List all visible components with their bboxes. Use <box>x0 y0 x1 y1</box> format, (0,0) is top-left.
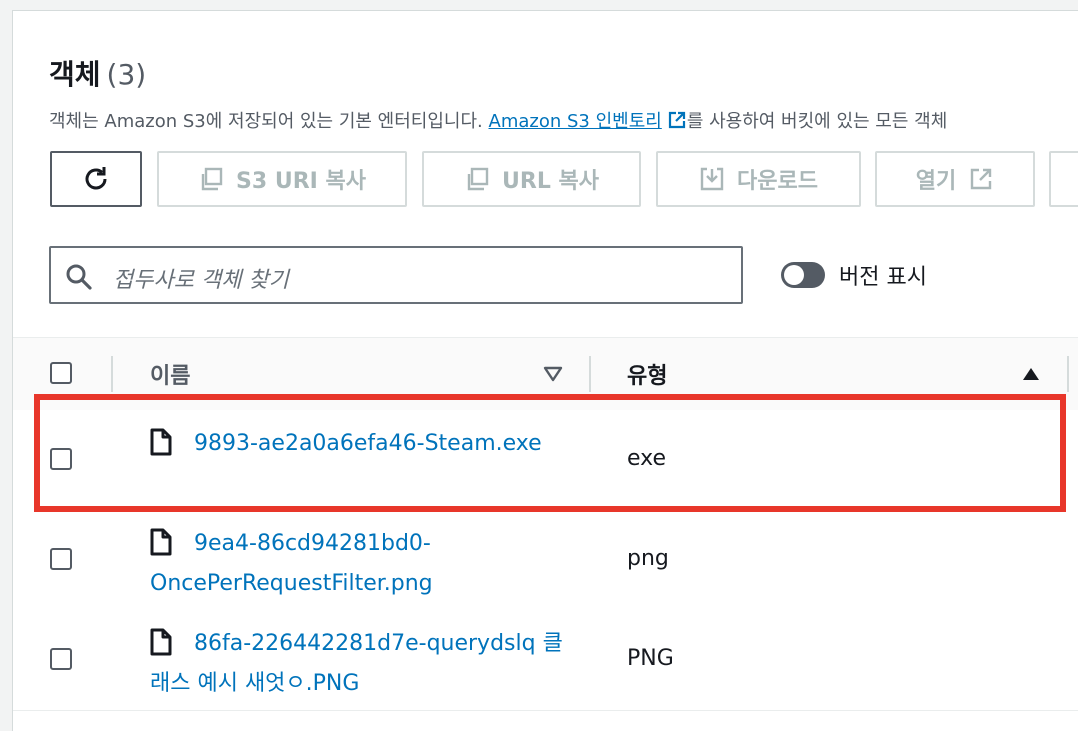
page-title: 객체 (3) <box>49 53 146 93</box>
more-actions-button[interactable] <box>1049 151 1078 207</box>
object-name-link[interactable]: 9ea4-86cd94281bd0-OncePerRequestFilter.p… <box>150 524 580 604</box>
open-button[interactable]: 열기 <box>875 151 1035 207</box>
description-prefix: 객체는 Amazon S3에 저장되어 있는 기본 엔터티입니다. <box>49 111 483 132</box>
open-label: 열기 <box>915 169 957 194</box>
object-count: (3) <box>106 58 147 91</box>
column-divider[interactable] <box>589 356 591 392</box>
object-type: PNG <box>627 646 674 671</box>
download-button[interactable]: 다운로드 <box>656 151 861 207</box>
refresh-button[interactable] <box>50 151 142 207</box>
search-icon <box>66 264 92 290</box>
table-row[interactable]: 9ea4-86cd94281bd0-OncePerRequestFilter.p… <box>13 510 1078 611</box>
column-divider <box>111 356 113 392</box>
table-row[interactable]: 86fa-226442281d7e-querydslq 클래스 예시 새엇ㅇ.P… <box>13 610 1078 711</box>
row-checkbox[interactable] <box>50 648 72 670</box>
objects-panel: 객체 (3) 객체는 Amazon S3에 저장되어 있는 기본 엔터티입니다. … <box>12 10 1078 731</box>
toggle-label: 버전 표시 <box>839 265 927 290</box>
column-header-type[interactable]: 유형 <box>627 358 667 390</box>
copy-s3-uri-label: S3 URI 복사 <box>236 169 366 194</box>
toggle-switch[interactable] <box>781 262 825 288</box>
description-suffix: 를 사용하여 버킷에 있는 모든 객체 <box>686 111 948 132</box>
download-icon <box>700 167 724 191</box>
row-checkbox[interactable] <box>50 448 72 470</box>
external-link-icon <box>971 168 992 190</box>
description: 객체는 Amazon S3에 저장되어 있는 기본 엔터티입니다. Amazon… <box>49 107 947 133</box>
show-versions-toggle[interactable]: 버전 표시 <box>781 259 927 291</box>
copy-url-label: URL 복사 <box>502 169 599 194</box>
copy-icon <box>467 167 489 191</box>
table-header: 이름 유형 <box>13 337 1078 411</box>
object-type: png <box>627 546 669 571</box>
search-placeholder: 접두사로 객체 찾기 <box>113 268 289 293</box>
column-divider[interactable] <box>1067 356 1069 392</box>
object-name-link[interactable]: 86fa-226442281d7e-querydslq 클래스 예시 새엇ㅇ.P… <box>150 624 580 704</box>
external-link-icon <box>668 111 685 129</box>
column-header-name[interactable]: 이름 <box>150 358 190 390</box>
copy-url-button[interactable]: URL 복사 <box>422 151 641 207</box>
inventory-link-label: Amazon S3 인벤토리 <box>488 111 662 132</box>
refresh-icon <box>85 167 107 190</box>
sort-descending-icon[interactable] <box>543 366 563 382</box>
copy-s3-uri-button[interactable]: S3 URI 복사 <box>157 151 407 207</box>
row-checkbox[interactable] <box>50 548 72 570</box>
search-input[interactable]: 접두사로 객체 찾기 <box>49 246 743 304</box>
inventory-link[interactable]: Amazon S3 인벤토리 <box>489 111 687 132</box>
sort-ascending-icon[interactable] <box>1021 366 1041 382</box>
select-all-checkbox[interactable] <box>50 362 72 384</box>
table-row[interactable]: 9893-ae2a0a6efa46-Steam.exe exe <box>13 410 1078 511</box>
toggle-knob <box>784 265 804 285</box>
object-type: exe <box>627 446 667 471</box>
download-label: 다운로드 <box>737 169 818 194</box>
title-text: 객체 <box>49 58 101 91</box>
copy-icon <box>201 167 223 191</box>
object-name-link[interactable]: 9893-ae2a0a6efa46-Steam.exe <box>150 424 580 464</box>
